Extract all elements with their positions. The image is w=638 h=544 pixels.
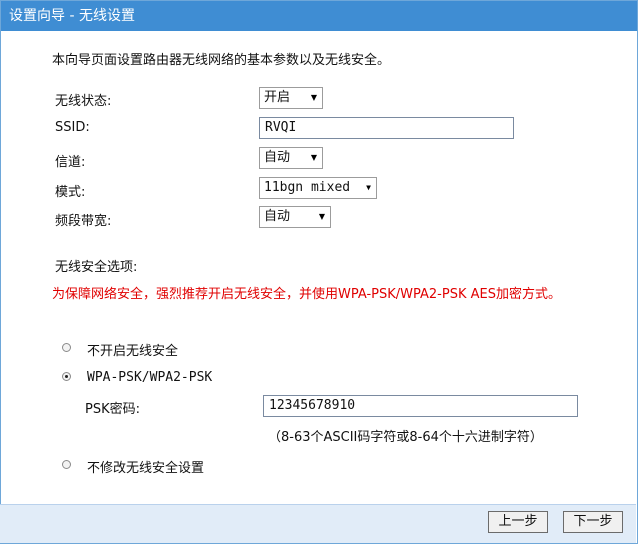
bandwidth-select[interactable]: 自动 ▼ <box>259 206 331 228</box>
radio-no-security[interactable] <box>62 343 71 352</box>
chevron-down-icon: ▼ <box>366 183 371 192</box>
bandwidth-label: 频段带宽: <box>55 214 112 229</box>
chevron-down-icon: ▼ <box>310 153 317 162</box>
window-title: 设置向导 - 无线设置 <box>1 1 637 31</box>
ssid-label: SSID: <box>55 120 90 135</box>
security-warning: 为保障网络安全，强烈推荐开启无线安全，并使用WPA-PSK/WPA2-PSK A… <box>52 287 561 302</box>
next-button[interactable]: 下一步 <box>563 511 623 533</box>
psk-password-input[interactable]: 12345678910 <box>263 395 578 417</box>
psk-hint: （8-63个ASCII码字符或8-64个十六进制字符） <box>268 430 543 445</box>
channel-label: 信道: <box>55 155 86 170</box>
mode-label: 模式: <box>55 185 86 200</box>
ssid-input[interactable]: RVQI <box>259 117 514 139</box>
wpa-psk-label: WPA-PSK/WPA2-PSK <box>87 370 213 385</box>
chevron-down-icon: ▼ <box>310 93 317 102</box>
security-heading: 无线安全选项: <box>55 260 138 275</box>
wireless-state-label: 无线状态: <box>55 94 112 109</box>
chevron-down-icon: ▼ <box>318 212 325 221</box>
psk-password-label: PSK密码: <box>85 402 140 417</box>
prev-button[interactable]: 上一步 <box>488 511 548 533</box>
channel-select[interactable]: 自动 ▼ <box>259 147 323 169</box>
wireless-state-select[interactable]: 开启 ▼ <box>259 87 323 109</box>
no-security-label: 不开启无线安全 <box>87 344 179 359</box>
keep-security-label: 不修改无线安全设置 <box>87 461 205 476</box>
bandwidth-value: 自动 <box>264 209 291 224</box>
wireless-state-value: 开启 <box>264 90 291 105</box>
radio-keep-security[interactable] <box>62 460 71 469</box>
radio-wpa-psk[interactable] <box>62 372 71 381</box>
mode-select[interactable]: 11bgn mixed ▼ <box>259 177 377 199</box>
channel-value: 自动 <box>264 150 291 165</box>
mode-value: 11bgn mixed <box>264 180 351 195</box>
intro-text: 本向导页面设置路由器无线网络的基本参数以及无线安全。 <box>52 53 391 68</box>
